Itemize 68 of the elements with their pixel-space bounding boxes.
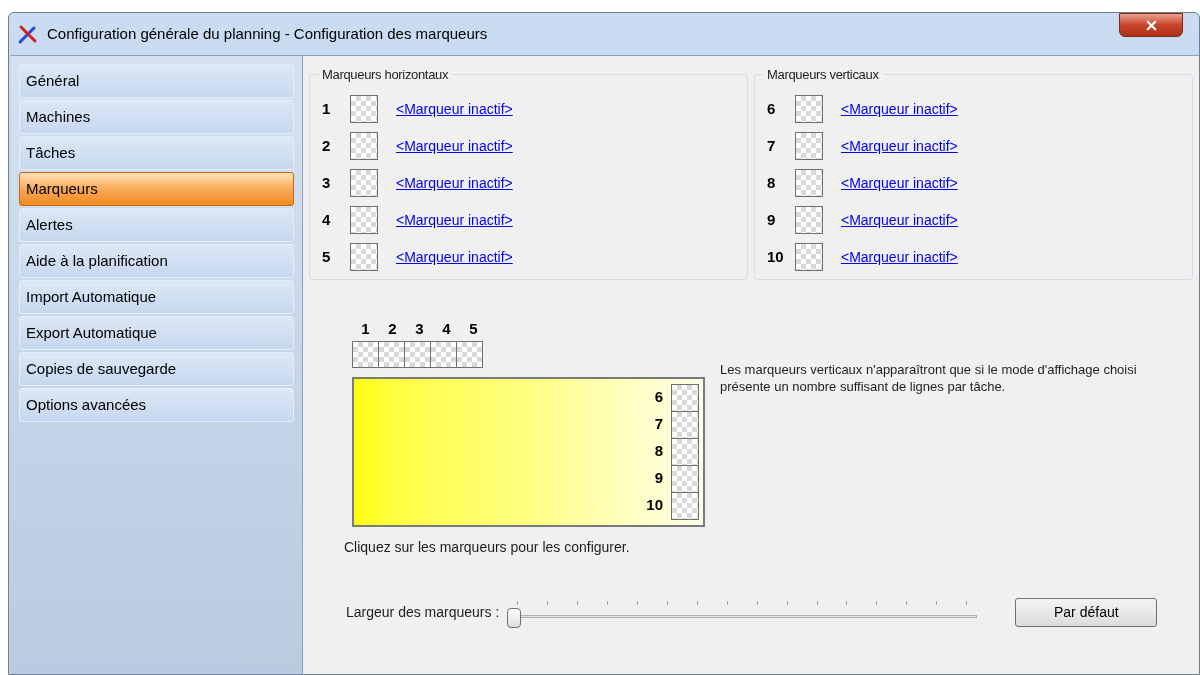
marker-number: 9 bbox=[654, 468, 663, 489]
marker-swatch[interactable] bbox=[795, 132, 823, 160]
sidebar-item[interactable]: Marqueurs bbox=[19, 172, 294, 206]
default-button[interactable]: Par défaut bbox=[1015, 598, 1158, 627]
marker-number: 10 bbox=[767, 246, 785, 267]
sidebar-item[interactable]: Général bbox=[19, 64, 294, 98]
marker-number: 3 bbox=[322, 172, 332, 193]
tools-icon bbox=[17, 23, 39, 45]
marker-number: 4 bbox=[322, 209, 332, 230]
marker-link[interactable]: <Marqueur inactif> bbox=[841, 98, 958, 120]
marker-swatch[interactable] bbox=[671, 383, 699, 412]
preview-caption: Cliquez sur les marqueurs pour les configurer. bbox=[344, 537, 631, 557]
marker-number: 5 bbox=[322, 246, 332, 267]
marker-number: 6 bbox=[654, 387, 663, 408]
marker-swatch[interactable] bbox=[671, 410, 699, 439]
marker-link[interactable]: <Marqueur inactif> bbox=[396, 172, 513, 194]
marker-swatch[interactable] bbox=[795, 243, 823, 271]
marker-swatch[interactable] bbox=[456, 340, 483, 368]
marker-swatch[interactable] bbox=[795, 95, 823, 123]
marker-swatch[interactable] bbox=[430, 340, 457, 368]
marker-number: 2 bbox=[387, 319, 398, 339]
marker-swatch[interactable] bbox=[795, 169, 823, 197]
sidebar-item[interactable]: Alertes bbox=[19, 208, 294, 242]
window-title: Configuration générale du planning - Configuration des marqueurs bbox=[47, 23, 488, 44]
marker-number: 1 bbox=[322, 98, 332, 119]
slider-thumb[interactable] bbox=[507, 607, 522, 628]
marker-number: 8 bbox=[654, 441, 663, 462]
marker-number: 4 bbox=[441, 319, 452, 339]
marker-number: 5 bbox=[468, 319, 479, 339]
marker-number: 3 bbox=[414, 319, 425, 339]
close-button[interactable] bbox=[1119, 13, 1183, 37]
sidebar-item[interactable]: Export Automatique bbox=[19, 316, 294, 350]
marker-link[interactable]: <Marqueur inactif> bbox=[841, 209, 958, 231]
sidebar-item[interactable]: Machines bbox=[19, 100, 294, 134]
marker-swatch[interactable] bbox=[671, 464, 699, 493]
marker-swatch[interactable] bbox=[350, 206, 378, 234]
sidebar-item[interactable]: Tâches bbox=[19, 136, 294, 170]
marker-number: 7 bbox=[654, 414, 663, 435]
marker-link[interactable]: <Marqueur inactif> bbox=[841, 172, 958, 194]
marker-link[interactable]: <Marqueur inactif> bbox=[396, 98, 513, 120]
marker-swatch[interactable] bbox=[671, 491, 699, 520]
marker-swatch[interactable] bbox=[671, 437, 699, 466]
marker-number: 8 bbox=[767, 172, 777, 193]
marker-number: 7 bbox=[767, 135, 777, 156]
marker-swatch[interactable] bbox=[350, 243, 378, 271]
marker-swatch[interactable] bbox=[378, 340, 405, 368]
marker-swatch[interactable] bbox=[352, 340, 379, 368]
sidebar-item[interactable]: Aide à la planification bbox=[19, 244, 294, 278]
marker-number: 2 bbox=[322, 135, 332, 156]
note-text: Les marqueurs verticaux n'apparaîtront que si le mode d'affichage choisi présente un nombre suffisant de lignes par tâche. bbox=[720, 361, 1138, 396]
sidebar-item[interactable]: Import Automatique bbox=[19, 280, 294, 314]
marker-number: 9 bbox=[767, 209, 777, 230]
marker-swatch[interactable] bbox=[404, 340, 431, 368]
sidebar-item[interactable]: Copies de sauvegarde bbox=[19, 352, 294, 386]
marker-link[interactable]: <Marqueur inactif> bbox=[841, 246, 958, 268]
marker-number: 1 bbox=[360, 319, 371, 339]
marker-number: 10 bbox=[646, 495, 663, 516]
marker-number: 6 bbox=[767, 98, 777, 119]
marker-link[interactable]: <Marqueur inactif> bbox=[396, 209, 513, 231]
marker-swatch[interactable] bbox=[350, 132, 378, 160]
sidebar-item[interactable]: Options avancées bbox=[19, 388, 294, 422]
marker-swatch[interactable] bbox=[350, 95, 378, 123]
marker-link[interactable]: <Marqueur inactif> bbox=[841, 135, 958, 157]
marker-link[interactable]: <Marqueur inactif> bbox=[396, 246, 513, 268]
slider-label: Largeur des marqueurs : bbox=[346, 603, 500, 622]
marker-swatch[interactable] bbox=[795, 206, 823, 234]
marker-swatch[interactable] bbox=[350, 169, 378, 197]
marker-link[interactable]: <Marqueur inactif> bbox=[396, 135, 513, 157]
